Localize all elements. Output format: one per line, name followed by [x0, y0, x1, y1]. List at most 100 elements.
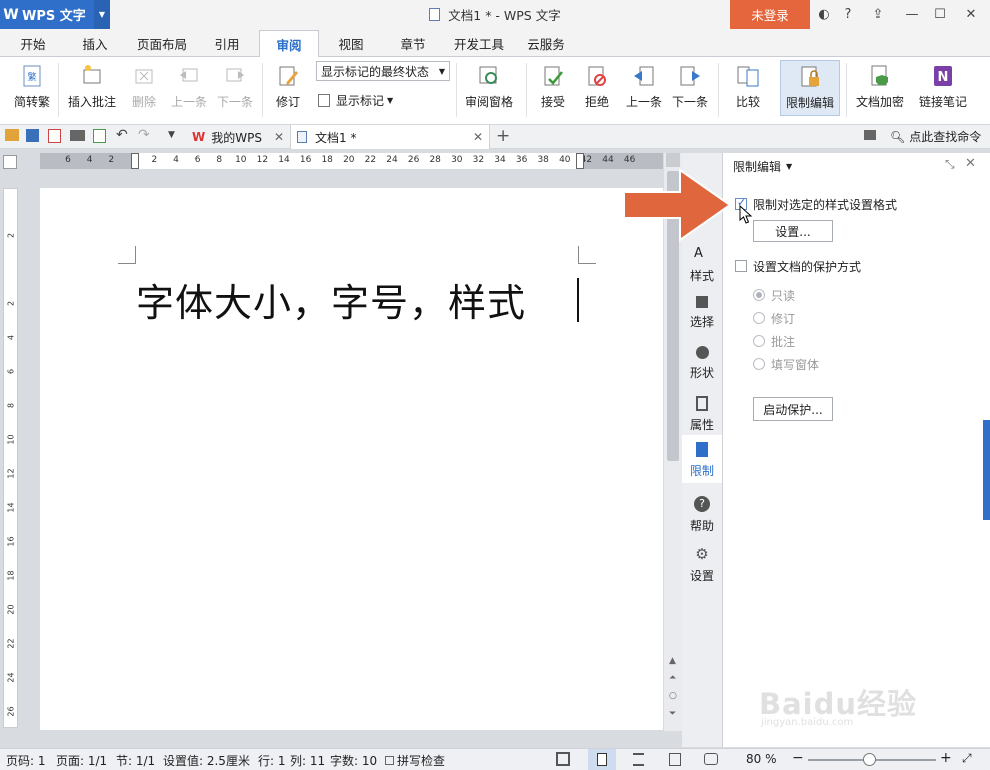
spell-check-toggle[interactable]: 拼写检查: [385, 752, 445, 769]
tab-view[interactable]: 视图: [328, 29, 374, 57]
prev-change-button[interactable]: 上一条: [622, 57, 666, 110]
restrict-editing-button[interactable]: 限制编辑: [780, 60, 840, 116]
protect-document-checkbox[interactable]: [735, 260, 747, 272]
status-column[interactable]: 列: 11: [290, 752, 325, 769]
radio-fill-forms[interactable]: [753, 358, 765, 370]
tab-start[interactable]: 开始: [8, 29, 58, 57]
link-notes-button[interactable]: N 链接笔记: [914, 57, 972, 110]
side-tool-settings[interactable]: ⚙ 设置: [682, 539, 722, 587]
scroll-up-icon[interactable]: ▲: [669, 656, 676, 666]
undo-icon[interactable]: ↶: [116, 127, 128, 143]
tab-review[interactable]: 审阅: [259, 30, 319, 58]
dock-panel-icon[interactable]: ⤡: [945, 157, 955, 172]
side-tool-properties[interactable]: 属性: [682, 389, 722, 437]
prev-page-icon[interactable]: ⏶: [669, 673, 676, 683]
compare-button[interactable]: 比较: [726, 57, 770, 110]
pin-ribbon-icon[interactable]: ⇪: [866, 0, 890, 29]
accept-button[interactable]: 接受: [534, 57, 572, 110]
app-menu-button[interactable]: W WPS 文字 ▼: [0, 0, 110, 29]
zoom-level[interactable]: 80 %: [746, 752, 777, 766]
app-menu-dropdown-icon[interactable]: ▼: [94, 0, 110, 29]
tab-chapter[interactable]: 章节: [390, 29, 436, 57]
new-tab-icon[interactable]: +: [496, 126, 510, 146]
reject-button[interactable]: 拒绝: [578, 57, 616, 110]
start-protection-button[interactable]: 启动保护...: [753, 397, 833, 421]
next-comment-button[interactable]: 下一条: [212, 57, 258, 110]
fullscreen-icon[interactable]: [556, 752, 570, 766]
side-tool-select[interactable]: 选择: [682, 289, 722, 337]
close-icon[interactable]: ✕: [956, 0, 986, 29]
insert-comment-button[interactable]: 插入批注: [64, 57, 120, 110]
web-view-icon[interactable]: [669, 753, 681, 766]
next-page-icon[interactable]: ⏷: [669, 709, 676, 719]
tab-stop-selector[interactable]: [3, 155, 17, 169]
simplified-traditional-button[interactable]: 繁 简转繁: [10, 57, 54, 110]
zoom-in-icon[interactable]: +: [940, 750, 952, 766]
scroll-mode-icon[interactable]: [666, 153, 680, 167]
zoom-slider-thumb[interactable]: [863, 753, 877, 766]
help-icon[interactable]: ?: [836, 0, 860, 29]
format-settings-button[interactable]: 设置...: [753, 220, 833, 242]
document-page[interactable]: 字体大小，字号，样式: [40, 188, 663, 730]
properties-icon: [696, 396, 708, 411]
eye-protection-icon[interactable]: [704, 753, 718, 765]
command-search[interactable]: 🔍︎ 点此查找命令: [890, 128, 981, 145]
outline-view-icon[interactable]: [633, 753, 644, 766]
delete-comment-button[interactable]: 删除: [122, 57, 166, 110]
side-tool-shapes[interactable]: 形状: [682, 339, 722, 387]
status-pages[interactable]: 页面: 1/1: [56, 752, 107, 769]
status-word-count[interactable]: 字数: 10: [330, 752, 377, 769]
tab-insert[interactable]: 插入: [70, 29, 120, 57]
status-setting[interactable]: 设置值: 2.5厘米: [163, 752, 250, 769]
indent-marker[interactable]: [131, 153, 139, 169]
status-line[interactable]: 行: 1: [258, 752, 286, 769]
side-tool-styles[interactable]: A 样式: [682, 239, 722, 287]
panel-title[interactable]: 限制编辑 ▼: [733, 158, 792, 175]
status-section[interactable]: 节: 1/1: [116, 752, 155, 769]
zoom-slider[interactable]: [808, 753, 936, 766]
customize-dropdown-icon[interactable]: ▼: [168, 130, 175, 140]
encrypt-document-button[interactable]: 文档加密: [850, 57, 910, 110]
browse-object-icon[interactable]: ○: [669, 691, 677, 701]
side-tool-help[interactable]: ? 帮助: [682, 489, 722, 537]
vertical-ruler[interactable]: 2 2 4 6 8 10 12 14 16 18 20 22 24 26: [3, 188, 18, 728]
redo-icon[interactable]: ↷: [138, 127, 150, 143]
markup-mode-select[interactable]: 显示标记的最终状态 ▼: [316, 61, 450, 81]
tab-document-1[interactable]: 文档1 * ✕: [290, 125, 490, 149]
export-pdf-icon[interactable]: [48, 129, 61, 143]
toolbar-toggle-icon[interactable]: [864, 130, 876, 140]
tab-cloud[interactable]: 云服务: [520, 29, 572, 57]
minimize-icon[interactable]: —: [898, 0, 926, 29]
open-icon[interactable]: [5, 129, 19, 141]
prev-comment-button[interactable]: 上一条: [166, 57, 212, 110]
status-page[interactable]: 页码: 1: [6, 752, 46, 769]
zoom-out-icon[interactable]: −: [792, 750, 804, 766]
horizontal-ruler[interactable]: 6 4 2 2 4 6 8 10 12 14 16 18 20 22 24 26 28 30 32 34 36 38 40 4…: [40, 153, 663, 169]
tab-references[interactable]: 引用: [205, 29, 249, 57]
radio-read-only[interactable]: [753, 289, 765, 301]
side-tool-restrict[interactable]: 限制: [682, 435, 722, 483]
tab-my-wps[interactable]: W 我的WPS ✕: [186, 125, 290, 149]
print-preview-icon[interactable]: [93, 129, 106, 143]
login-button[interactable]: 未登录: [730, 0, 810, 29]
maximize-icon[interactable]: ☐: [926, 0, 954, 29]
review-pane-button[interactable]: 审阅窗格: [458, 57, 520, 110]
next-change-button[interactable]: 下一条: [668, 57, 712, 110]
indent-marker[interactable]: [576, 153, 584, 169]
close-tab-icon[interactable]: ✕: [473, 130, 483, 144]
close-panel-icon[interactable]: ✕: [965, 156, 976, 171]
skin-icon[interactable]: ◐: [812, 0, 836, 29]
fit-window-icon[interactable]: ⤢: [962, 751, 972, 766]
track-changes-button[interactable]: 修订: [268, 57, 308, 110]
panel-edge-tab[interactable]: [983, 420, 990, 520]
tab-developer[interactable]: 开发工具: [448, 29, 510, 57]
show-markup-button[interactable]: 显示标记 ▼: [318, 92, 393, 109]
save-icon[interactable]: [26, 129, 39, 142]
radio-comments[interactable]: [753, 335, 765, 347]
tab-layout[interactable]: 页面布局: [130, 29, 194, 57]
close-tab-icon[interactable]: ✕: [274, 130, 284, 144]
print-icon[interactable]: [70, 130, 85, 141]
document-text[interactable]: 字体大小，字号，样式: [136, 272, 526, 327]
radio-track-changes[interactable]: [753, 312, 765, 324]
svg-text:繁: 繁: [27, 71, 36, 83]
